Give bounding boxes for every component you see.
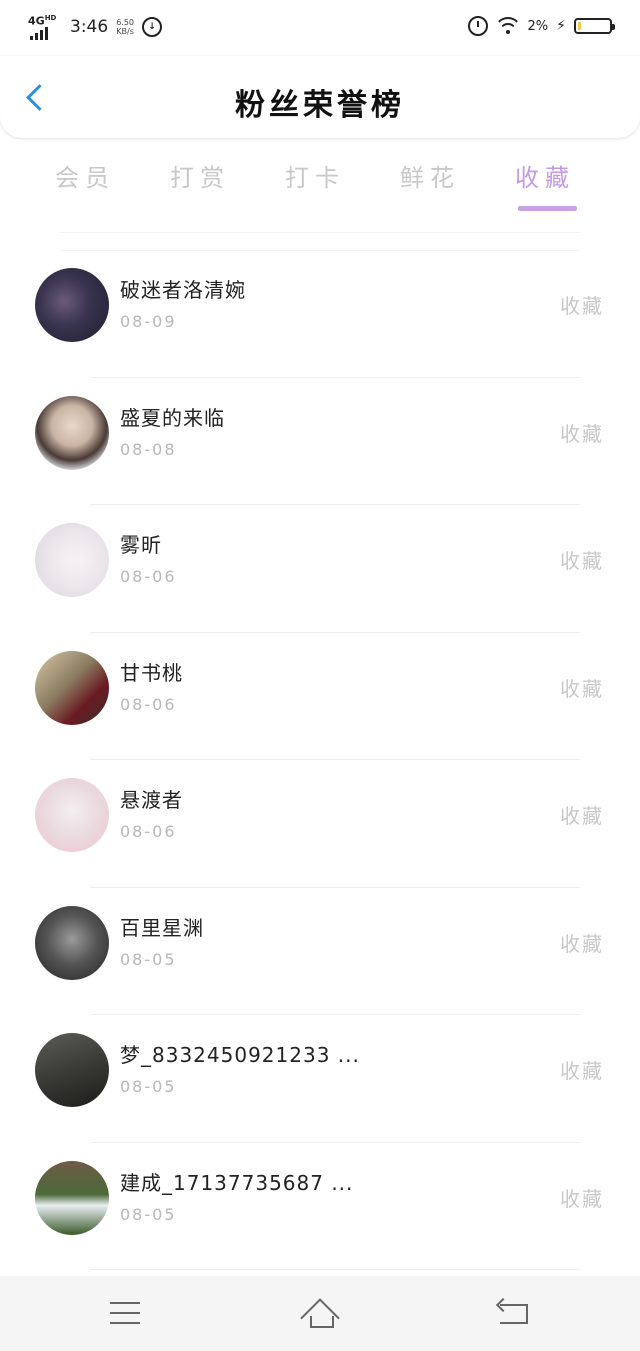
status-bar: 4GHD 3:46 6.50 KB/s ↓ 2% ⚡ <box>0 0 640 56</box>
speed-unit: KB/s <box>116 27 134 36</box>
battery-icon <box>574 18 615 34</box>
system-nav-bar <box>0 1276 640 1351</box>
fan-action-label: 收藏 <box>560 931 604 956</box>
fan-date: 08-05 <box>120 1077 177 1096</box>
fan-action-label: 收藏 <box>560 421 604 446</box>
list-item[interactable]: 百里星渊 08-05 收藏 <box>0 888 640 1015</box>
battery-percent: 2% <box>527 18 549 34</box>
tab-favorites[interactable]: 收藏 <box>490 158 600 193</box>
wifi-icon <box>495 17 520 35</box>
network-hd: HD <box>44 14 57 22</box>
fan-date: 08-06 <box>120 694 177 714</box>
tab-reward[interactable]: 打赏 <box>145 158 255 193</box>
list-item[interactable]: 悬渡者 08-06 收藏 <box>0 760 640 888</box>
signal-icon: 4GHD <box>28 14 58 40</box>
header-bar: 粉丝荣誉榜 <box>0 56 640 138</box>
network-speed: 6.50 KB/s <box>116 18 134 36</box>
page-title: 粉丝荣誉榜 <box>235 88 405 123</box>
fan-action-label: 收藏 <box>560 804 604 828</box>
network-type: 4G <box>28 14 45 28</box>
home-icon[interactable] <box>300 1298 340 1328</box>
fan-name: 悬渡者 <box>120 788 183 812</box>
fan-name: 破迷者洛清婉 <box>120 278 246 302</box>
fan-date: 08-05 <box>120 1204 177 1224</box>
back-icon[interactable] <box>498 1300 530 1324</box>
tab-flowers[interactable]: 鲜花 <box>375 158 485 193</box>
list-item[interactable]: 盛夏的来临 08-08 收藏 <box>0 378 640 505</box>
fan-date: 08-09 <box>120 312 177 331</box>
tab-bar: 会员 打赏 打卡 鲜花 收藏 <box>30 150 610 220</box>
avatar <box>35 523 109 597</box>
menu-icon[interactable] <box>110 1302 140 1324</box>
tab-member[interactable]: 会员 <box>30 158 140 193</box>
data-saver-icon: ↓ <box>142 17 162 37</box>
fan-name: 梦_8332450921233 ... <box>120 1043 360 1067</box>
list-item[interactable]: 甘书桃 08-06 收藏 <box>0 633 640 760</box>
alarm-icon <box>467 16 488 36</box>
list-item[interactable]: 破迷者洛清婉 08-09 收藏 <box>0 250 640 378</box>
avatar <box>35 905 109 980</box>
fan-action-label: 收藏 <box>560 1186 604 1211</box>
charging-icon: ⚡ <box>556 18 566 34</box>
fan-action-label: 收藏 <box>560 294 604 318</box>
fan-date: 08-05 <box>120 949 177 969</box>
fan-action-label: 收藏 <box>560 549 604 573</box>
fan-name: 建成_17137735687 ... <box>120 1170 354 1195</box>
avatar <box>35 1033 109 1107</box>
avatar <box>35 395 109 470</box>
list-item[interactable]: 建成_17137735687 ... 08-05 收藏 <box>0 1143 640 1270</box>
fan-list: 破迷者洛清婉 08-09 收藏 盛夏的来临 08-08 收藏 雾昕 08-06 … <box>0 250 640 1270</box>
list-item[interactable]: 梦_8332450921233 ... 08-05 收藏 <box>0 1015 640 1143</box>
list-item[interactable]: 雾昕 08-06 收藏 <box>0 505 640 633</box>
fan-date: 08-06 <box>120 822 177 841</box>
fan-action-label: 收藏 <box>560 676 604 701</box>
avatar <box>35 268 109 342</box>
avatar <box>35 778 109 852</box>
fan-date: 08-08 <box>120 439 177 459</box>
fan-name: 盛夏的来临 <box>120 405 225 430</box>
fan-name: 甘书桃 <box>120 660 183 685</box>
fan-date: 08-06 <box>120 567 177 586</box>
fan-action-label: 收藏 <box>560 1059 604 1083</box>
status-time: 3:46 <box>70 17 109 37</box>
fan-name: 雾昕 <box>120 533 162 557</box>
active-tab-indicator <box>518 206 577 211</box>
avatar <box>35 650 109 725</box>
tab-checkin[interactable]: 打卡 <box>260 158 370 193</box>
fan-name: 百里星渊 <box>120 915 204 940</box>
speed-value: 6.50 <box>116 18 134 27</box>
divider <box>60 232 580 233</box>
avatar <box>35 1160 109 1235</box>
